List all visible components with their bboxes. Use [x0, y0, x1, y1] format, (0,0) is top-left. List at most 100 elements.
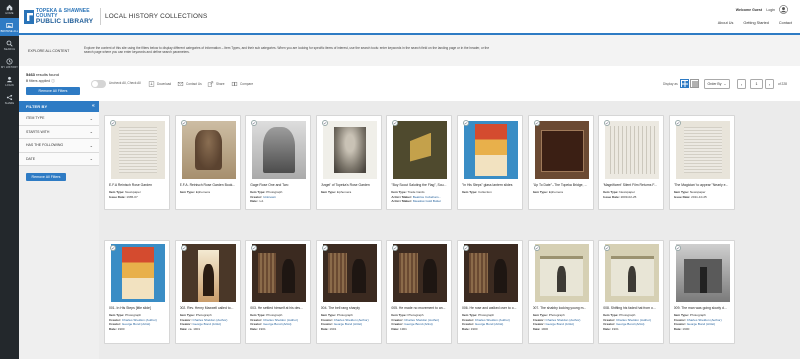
item-title[interactable]: 'Angel' of Topeka's Rose Garden: [321, 183, 379, 187]
select-checkbox[interactable]: [463, 120, 469, 126]
item-meta[interactable]: Creator: George Bond (Artist): [674, 322, 732, 326]
select-checkbox[interactable]: [463, 245, 469, 251]
nav-about-us[interactable]: About Us: [718, 21, 734, 25]
item-title[interactable]: 001. In His Steps [title slide]: [109, 306, 167, 310]
item-meta[interactable]: Creator: Charles Sheldon (Author): [109, 318, 167, 322]
result-card[interactable]: 006. He rose and walked over to o... Item…: [457, 240, 523, 344]
nav-getting-started[interactable]: Getting Started: [743, 21, 769, 25]
result-card[interactable]: 001. In His Steps [title slide] Item Type…: [104, 240, 170, 344]
account-icon[interactable]: [779, 5, 788, 14]
share-button[interactable]: Share: [207, 81, 225, 87]
rail-item-share[interactable]: SHARE: [0, 90, 19, 108]
item-title[interactable]: 009. The man was going slowly d...: [674, 306, 732, 310]
item-meta[interactable]: Creator: Charles Sheldon (Author): [603, 318, 661, 322]
login-link[interactable]: Login: [766, 8, 775, 12]
item-thumbnail[interactable]: [605, 121, 660, 179]
meta-value[interactable]: Charles Sheldon (Author): [475, 318, 510, 322]
select-all-toggle[interactable]: [91, 80, 106, 88]
meta-value[interactable]: Charles Sheldon (Author): [334, 318, 369, 322]
item-thumbnail[interactable]: [252, 244, 307, 302]
item-meta[interactable]: Creator: George Bond (Artist): [391, 322, 449, 326]
select-checkbox[interactable]: [674, 120, 681, 126]
select-checkbox[interactable]: [180, 120, 187, 126]
item-meta[interactable]: Creator: George Bond (Artist): [180, 322, 238, 326]
result-card[interactable]: 008. Shifting his faded hat from o... Ite…: [598, 240, 665, 344]
select-checkbox[interactable]: [321, 245, 328, 251]
meta-value[interactable]: Charles Sheldon (Author): [404, 318, 439, 322]
item-title[interactable]: 006. He rose and walked over to o...: [462, 306, 520, 310]
select-checkbox[interactable]: [110, 245, 116, 251]
item-title[interactable]: "In His Steps" glass lantern slides: [462, 183, 520, 187]
meta-value[interactable]: Charles Sheldon (Author): [546, 318, 581, 322]
meta-value[interactable]: George Bond (Artist): [122, 322, 150, 326]
item-meta[interactable]: Creator: George Bond (Artist): [603, 322, 661, 326]
item-meta[interactable]: Artist / Maker: Beatrice Cobeham...: [391, 195, 449, 199]
result-card[interactable]: 002. Rev. Henry Maxwell called to... Item…: [174, 240, 241, 344]
item-thumbnail[interactable]: [464, 121, 518, 179]
select-checkbox[interactable]: [180, 245, 187, 251]
item-meta[interactable]: Creator: Charles Sheldon (Author): [180, 318, 238, 322]
prev-page-button[interactable]: ‹: [737, 79, 746, 89]
meta-value[interactable]: Charles Sheldon (Author): [122, 318, 157, 322]
library-logo[interactable]: TOPEKA & SHAWNEE COUNTY PUBLIC LIBRARY: [24, 8, 99, 26]
item-thumbnail[interactable]: [322, 121, 377, 179]
select-checkbox[interactable]: [533, 245, 540, 251]
result-card[interactable]: 'Angel' of Topeka's Rose Garden Item Type…: [315, 115, 382, 210]
result-card[interactable]: 005. He made no movement to an... Item Ty…: [386, 240, 453, 344]
result-card[interactable]: 004. The bell rang sharply Item Type: Pho…: [315, 240, 382, 344]
meta-value[interactable]: Charles Sheldon (Author): [263, 318, 298, 322]
nav-contact[interactable]: Contact: [779, 21, 792, 25]
item-title[interactable]: 008. Shifting his faded hat from o...: [603, 306, 661, 310]
item-meta[interactable]: Creator: George Bond (Artist): [109, 322, 167, 326]
item-meta[interactable]: Creator: George Bond (Artist): [250, 322, 308, 326]
item-thumbnail[interactable]: [322, 244, 377, 302]
item-meta[interactable]: Creator: Charles Sheldon (Author): [462, 318, 520, 322]
meta-value[interactable]: Charles Sheldon (Author): [193, 318, 228, 322]
item-thumbnail[interactable]: [393, 244, 448, 302]
info-icon[interactable]: ⓘ: [51, 79, 55, 83]
item-thumbnail[interactable]: [605, 244, 660, 302]
meta-value[interactable]: George Bond (Artist): [616, 322, 644, 326]
select-checkbox[interactable]: [533, 120, 540, 126]
rail-item-home[interactable]: HOME: [0, 0, 19, 18]
item-meta[interactable]: Creator: George Bond (Artist): [321, 322, 379, 326]
meta-value[interactable]: Unknown: [263, 195, 276, 199]
rail-item-login[interactable]: LOGIN: [0, 72, 19, 90]
remove-all-filters-button[interactable]: Remove All Filters: [26, 87, 80, 95]
meta-value[interactable]: George Bond (Artist): [263, 322, 291, 326]
rail-item-history[interactable]: MY HISTORY: [0, 54, 19, 72]
meta-value[interactable]: George Bond (Artist): [687, 322, 715, 326]
item-thumbnail[interactable]: [464, 244, 518, 302]
select-checkbox[interactable]: [110, 120, 116, 126]
rail-item-browse[interactable]: BROWSE ALL: [0, 18, 19, 36]
item-title[interactable]: 002. Rev. Henry Maxwell called to...: [180, 306, 238, 310]
result-card[interactable]: 007. The shabby looking young m... Item T…: [527, 240, 594, 344]
contact-button[interactable]: Contact Us: [177, 81, 202, 87]
item-meta[interactable]: Creator: Charles Sheldon (Author): [533, 318, 591, 322]
item-meta[interactable]: Artist / Maker: Meadow Gold Butter: [391, 199, 449, 203]
item-meta[interactable]: Creator: Charles Sheldon (Author): [391, 318, 449, 322]
result-card[interactable]: Gage Rose One and Two Item Type: Photogra…: [245, 115, 312, 210]
result-card[interactable]: E.F.A. Reinisch Rose Garden Book... Item …: [174, 115, 241, 210]
meta-value[interactable]: Meadow Gold Butter: [413, 199, 441, 203]
item-title[interactable]: "Up To Date"--The Topeka Bridge, ...: [533, 183, 591, 187]
item-thumbnail[interactable]: [675, 244, 730, 302]
item-thumbnail[interactable]: [675, 121, 730, 179]
meta-value[interactable]: Beatrice Cobeham...: [413, 195, 441, 199]
item-thumbnail[interactable]: [111, 244, 165, 302]
download-button[interactable]: Download: [148, 81, 171, 87]
item-title[interactable]: 'Magnificent' Silent Film Returns F...: [603, 183, 661, 187]
item-title[interactable]: Gage Rose One and Two: [250, 183, 308, 187]
item-meta[interactable]: Creator: Charles Sheldon (Author): [321, 318, 379, 322]
meta-value[interactable]: George Bond (Artist): [475, 322, 503, 326]
item-thumbnail[interactable]: [393, 121, 448, 179]
meta-value[interactable]: George Bond (Artist): [546, 322, 574, 326]
item-thumbnail[interactable]: [252, 121, 307, 179]
result-card[interactable]: 003. He settled himself at his des... Ite…: [245, 240, 312, 344]
item-title[interactable]: 005. He made no movement to an...: [391, 306, 449, 310]
item-title[interactable]: E.F.A. Reinisch Rose Garden Book...: [180, 183, 238, 187]
meta-value[interactable]: George Bond (Artist): [193, 322, 221, 326]
item-title[interactable]: E.F.A Reinisch Rose Garden: [109, 183, 167, 187]
result-card[interactable]: "In His Steps" glass lantern slides Item …: [457, 115, 523, 210]
filter-item-type[interactable]: ITEM TYPE ⌄: [19, 112, 99, 126]
